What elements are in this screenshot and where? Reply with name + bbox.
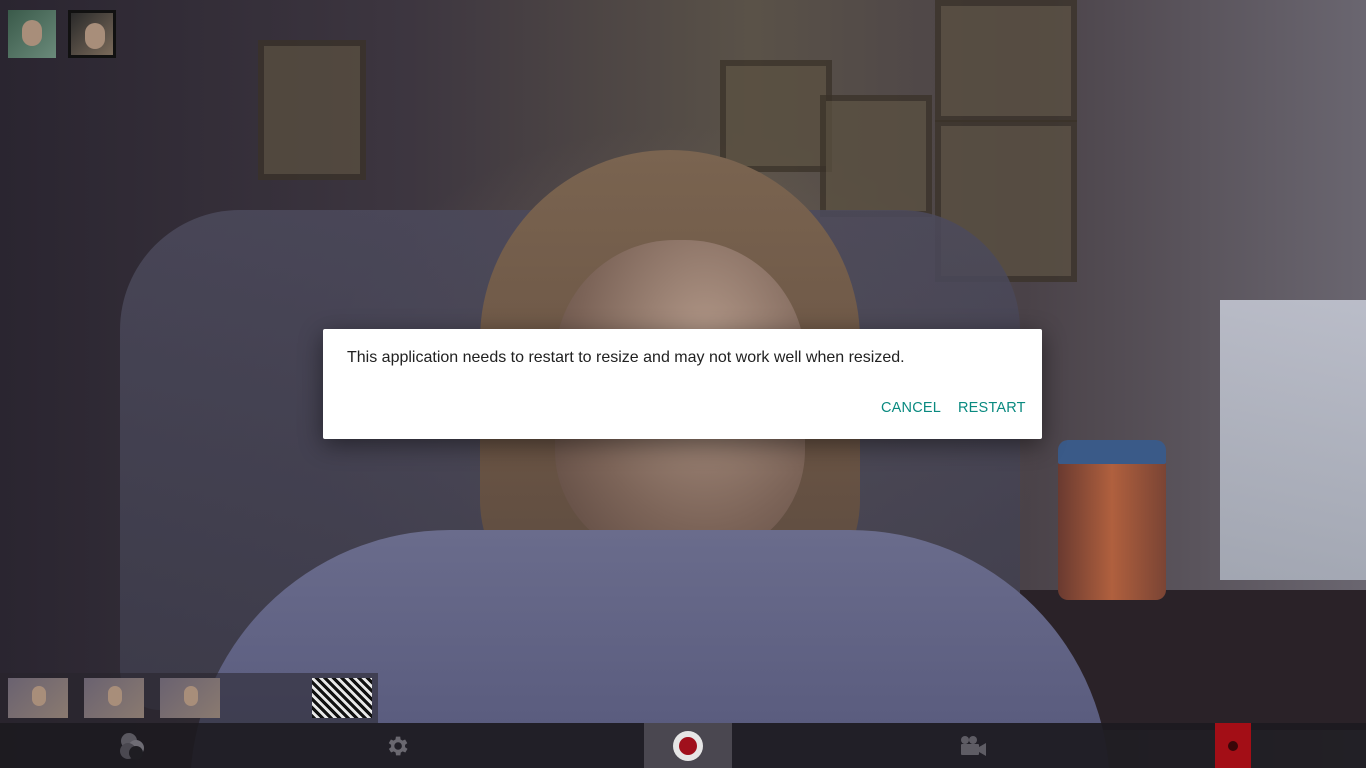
thumbnail-face xyxy=(85,23,105,49)
restart-button[interactable]: RESTART xyxy=(954,393,1030,423)
effect-selector xyxy=(8,10,116,58)
canister xyxy=(1058,440,1166,600)
dialog-message: This application needs to restart to res… xyxy=(347,349,905,366)
recording-indicator-icon xyxy=(1215,723,1251,768)
video-camera-icon xyxy=(961,735,986,756)
cancel-button[interactable]: CANCEL xyxy=(877,393,945,423)
thumbnail-face xyxy=(22,20,42,46)
indicator-dot xyxy=(1228,740,1238,751)
window xyxy=(1220,300,1366,580)
effects-button[interactable] xyxy=(112,723,152,768)
thumbnail-face xyxy=(184,686,198,706)
photo-thumbnail[interactable] xyxy=(8,678,68,718)
filmstrip xyxy=(0,673,378,723)
photo-thumbnail[interactable] xyxy=(160,678,220,718)
record-icon xyxy=(673,730,703,761)
thumbnail-face xyxy=(108,686,122,706)
settings-icon xyxy=(388,736,408,755)
wall-picture xyxy=(258,40,366,180)
effects-icon xyxy=(120,732,144,760)
record-dot xyxy=(679,736,697,755)
effect-thumbnail-color[interactable] xyxy=(8,10,56,58)
bottom-toolbar xyxy=(0,723,1366,768)
video-mode-button[interactable] xyxy=(956,723,990,768)
settings-button[interactable] xyxy=(380,723,414,768)
photo-thumbnail[interactable] xyxy=(84,678,144,718)
thumbnail-face xyxy=(32,686,46,706)
wall-picture xyxy=(720,60,832,172)
photo-thumbnail-sketch[interactable] xyxy=(312,678,372,718)
canister-lid xyxy=(1058,440,1166,464)
wall-picture xyxy=(935,0,1077,122)
wall-picture xyxy=(820,95,932,217)
resize-restart-dialog: This application needs to restart to res… xyxy=(323,329,1042,439)
effect-thumbnail-frame[interactable] xyxy=(68,10,116,58)
record-button[interactable] xyxy=(644,723,732,768)
